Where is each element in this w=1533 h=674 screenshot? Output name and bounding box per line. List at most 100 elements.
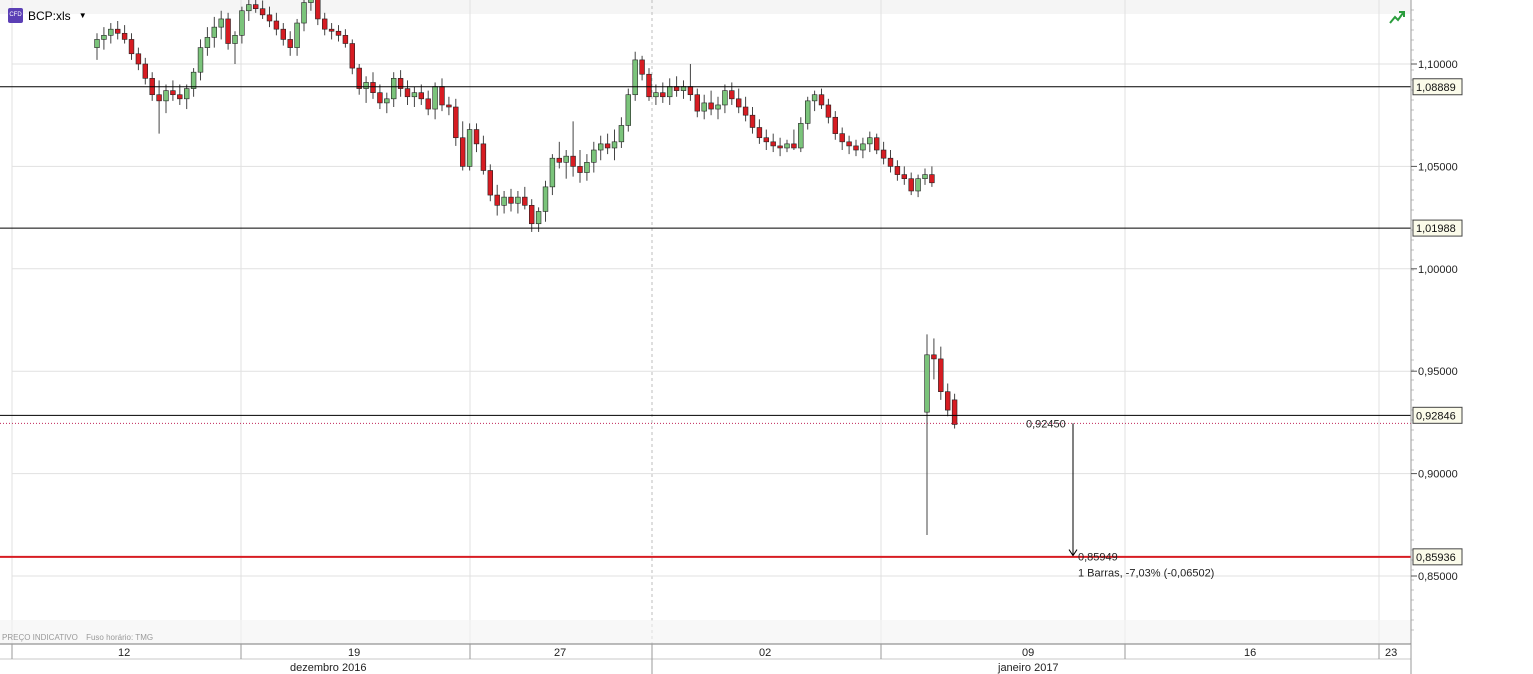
candle[interactable] <box>508 196 514 204</box>
candle[interactable] <box>901 174 908 179</box>
candle[interactable] <box>873 137 880 151</box>
candle[interactable] <box>232 35 238 44</box>
candle[interactable] <box>804 100 811 124</box>
candle[interactable] <box>411 92 418 98</box>
candle[interactable] <box>924 354 930 413</box>
candle[interactable] <box>944 391 951 411</box>
candle[interactable] <box>190 71 197 89</box>
candle[interactable] <box>142 63 148 79</box>
candle[interactable] <box>156 94 162 102</box>
candle[interactable] <box>860 143 866 151</box>
candle[interactable] <box>887 157 894 167</box>
candle[interactable] <box>639 59 645 75</box>
trend-up-icon[interactable] <box>1388 8 1406 26</box>
candle[interactable] <box>384 98 390 104</box>
candle[interactable] <box>273 20 280 30</box>
candle[interactable] <box>715 104 721 110</box>
candle[interactable] <box>577 166 583 173</box>
candle[interactable] <box>666 86 673 98</box>
candle[interactable] <box>880 149 887 159</box>
candle[interactable] <box>418 92 424 100</box>
candle[interactable] <box>938 358 944 392</box>
candle[interactable] <box>363 82 369 89</box>
candle[interactable] <box>798 123 804 149</box>
candle[interactable] <box>660 92 666 98</box>
candle[interactable] <box>294 22 300 48</box>
candle[interactable] <box>473 129 480 145</box>
candle[interactable] <box>811 94 818 102</box>
candle[interactable] <box>115 28 121 34</box>
candle[interactable] <box>453 106 459 139</box>
candle[interactable] <box>528 205 535 225</box>
candle[interactable] <box>729 90 735 100</box>
candle[interactable] <box>846 141 852 147</box>
candle[interactable] <box>315 0 321 20</box>
candle[interactable] <box>825 104 832 118</box>
candle[interactable] <box>246 4 252 12</box>
candle[interactable] <box>929 174 935 184</box>
candle[interactable] <box>742 106 749 116</box>
candle[interactable] <box>632 59 638 96</box>
candle[interactable] <box>177 94 183 100</box>
candle[interactable] <box>708 102 714 110</box>
candle[interactable] <box>694 94 701 112</box>
candle[interactable] <box>749 114 756 128</box>
candle[interactable] <box>763 137 770 143</box>
candle[interactable] <box>922 174 928 179</box>
candle[interactable] <box>756 127 763 139</box>
candle[interactable] <box>522 196 528 206</box>
candle[interactable] <box>225 18 231 44</box>
candle[interactable] <box>425 98 431 110</box>
candle[interactable] <box>701 102 707 112</box>
price-chart[interactable]: 0,92450 0,85949 1 Barras, -7,03% (-0,06502… <box>0 0 1533 674</box>
candle[interactable] <box>459 137 466 167</box>
candle[interactable] <box>377 92 383 104</box>
candle[interactable] <box>432 86 438 110</box>
candle[interactable] <box>370 82 376 93</box>
candle[interactable] <box>328 28 335 32</box>
candle[interactable] <box>101 35 107 40</box>
candle[interactable] <box>915 178 921 192</box>
candle[interactable] <box>722 90 728 106</box>
candle[interactable] <box>239 10 245 36</box>
candle[interactable] <box>867 137 873 145</box>
candle[interactable] <box>770 141 776 147</box>
candle[interactable] <box>818 94 825 106</box>
candle[interactable] <box>135 53 142 65</box>
instrument-selector[interactable]: CFD BCP:xls ▼ <box>8 8 87 23</box>
candle[interactable] <box>121 32 128 40</box>
candle[interactable] <box>501 196 507 206</box>
candle[interactable] <box>931 354 937 360</box>
candle[interactable] <box>653 92 659 98</box>
candle[interactable] <box>356 67 362 89</box>
candle[interactable] <box>556 157 563 163</box>
candle[interactable] <box>446 104 452 108</box>
candle[interactable] <box>542 186 549 212</box>
candle[interactable] <box>839 133 845 143</box>
candle[interactable] <box>439 86 445 106</box>
candle[interactable] <box>211 26 217 38</box>
candle[interactable] <box>287 39 293 48</box>
candle[interactable] <box>597 143 604 151</box>
candle[interactable] <box>687 86 694 96</box>
candle[interactable] <box>535 211 542 225</box>
candle[interactable] <box>646 73 652 98</box>
candle[interactable] <box>832 116 839 134</box>
candle[interactable] <box>170 90 176 96</box>
candle[interactable] <box>266 14 273 22</box>
candle[interactable] <box>184 88 190 100</box>
candle[interactable] <box>784 143 790 149</box>
candle[interactable] <box>494 194 500 206</box>
candle[interactable] <box>349 43 355 69</box>
candle[interactable] <box>853 145 859 151</box>
candle[interactable] <box>197 47 204 73</box>
candle[interactable] <box>480 143 487 171</box>
candle[interactable] <box>611 141 618 149</box>
candle[interactable] <box>163 90 169 102</box>
candle[interactable] <box>563 155 569 163</box>
candle[interactable] <box>108 28 114 36</box>
candle[interactable] <box>515 196 521 204</box>
candle[interactable] <box>908 178 914 192</box>
candle[interactable] <box>735 98 742 108</box>
candle[interactable] <box>308 0 314 3</box>
